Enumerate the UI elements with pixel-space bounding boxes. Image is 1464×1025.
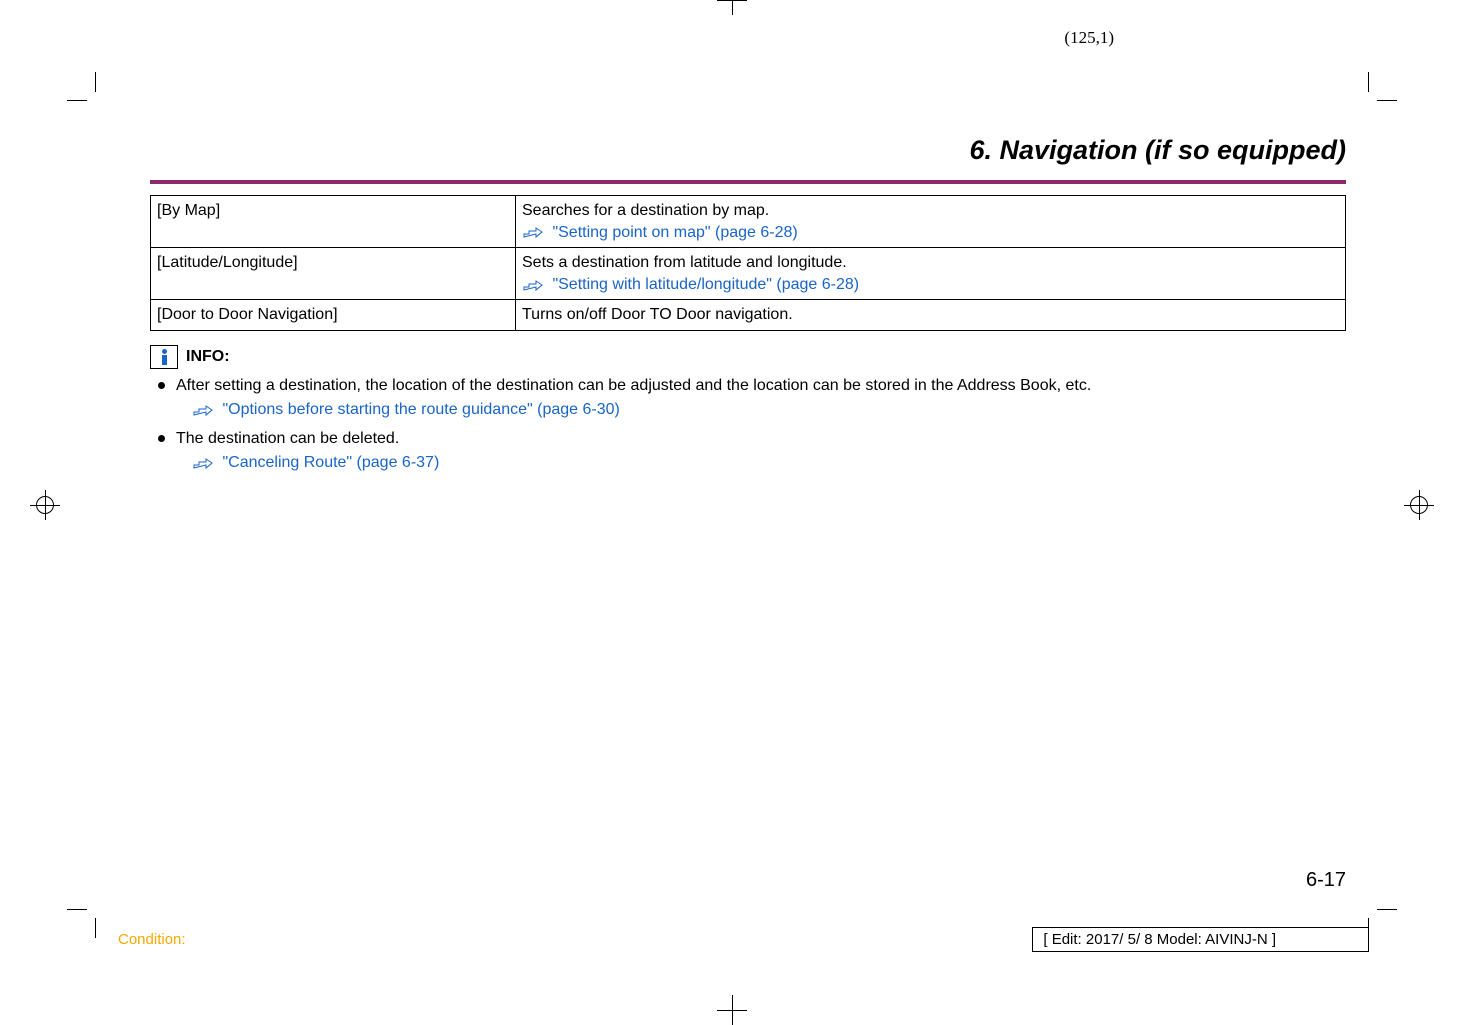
cross-reference-link[interactable]: "Setting with latitude/longitude" (page …	[552, 276, 859, 293]
info-icon	[150, 345, 178, 369]
table-row: [Door to Door Navigation] Turns on/off D…	[151, 300, 1346, 331]
condition-label: Condition:	[118, 931, 186, 948]
hand-pointer-icon	[522, 278, 544, 292]
folio-number: (125,1)	[1064, 28, 1114, 48]
option-label: [By Map]	[151, 196, 516, 248]
register-target-left	[30, 490, 60, 520]
register-mark-top	[717, 0, 747, 15]
header-rule	[150, 180, 1346, 184]
option-label: [Door to Door Navigation]	[151, 300, 516, 331]
page-header: 6. Navigation (if so equipped)	[150, 135, 1346, 184]
table-row: [By Map] Searches for a destination by m…	[151, 196, 1346, 248]
page-content: [By Map] Searches for a destination by m…	[150, 195, 1346, 475]
info-list: After setting a destination, the locatio…	[150, 375, 1346, 475]
info-item-text: After setting a destination, the locatio…	[176, 377, 1091, 394]
info-label: INFO:	[186, 348, 230, 366]
hand-pointer-icon	[192, 403, 214, 417]
option-description: Turns on/off Door TO Door navigation.	[516, 300, 1346, 331]
option-desc-text: Sets a destination from latitude and lon…	[522, 254, 847, 271]
cross-reference-link[interactable]: "Options before starting the route guida…	[222, 401, 619, 418]
register-mark-bottom	[717, 995, 747, 1025]
list-item: After setting a destination, the locatio…	[150, 375, 1346, 422]
options-table: [By Map] Searches for a destination by m…	[150, 195, 1346, 331]
chapter-title: 6. Navigation (if so equipped)	[150, 135, 1346, 174]
hand-pointer-icon	[522, 225, 544, 239]
option-description: Sets a destination from latitude and lon…	[516, 248, 1346, 300]
option-label: [Latitude/Longitude]	[151, 248, 516, 300]
cross-reference-link[interactable]: "Canceling Route" (page 6-37)	[222, 454, 439, 471]
option-desc-text: Searches for a destination by map.	[522, 202, 769, 219]
hand-pointer-icon	[192, 456, 214, 470]
option-desc-text: Turns on/off Door TO Door navigation.	[522, 306, 793, 323]
info-item-text: The destination can be deleted.	[176, 430, 399, 447]
page-number: 6-17	[1306, 869, 1346, 892]
table-row: [Latitude/Longitude] Sets a destination …	[151, 248, 1346, 300]
option-description: Searches for a destination by map. "Sett…	[516, 196, 1346, 248]
edit-info-box: [ Edit: 2017/ 5/ 8 Model: AIVINJ-N ]	[1032, 927, 1369, 952]
info-header: INFO:	[150, 345, 1346, 369]
cross-reference-link[interactable]: "Setting point on map" (page 6-28)	[552, 224, 797, 241]
register-target-right	[1404, 490, 1434, 520]
list-item: The destination can be deleted. "Canceli…	[150, 428, 1346, 475]
